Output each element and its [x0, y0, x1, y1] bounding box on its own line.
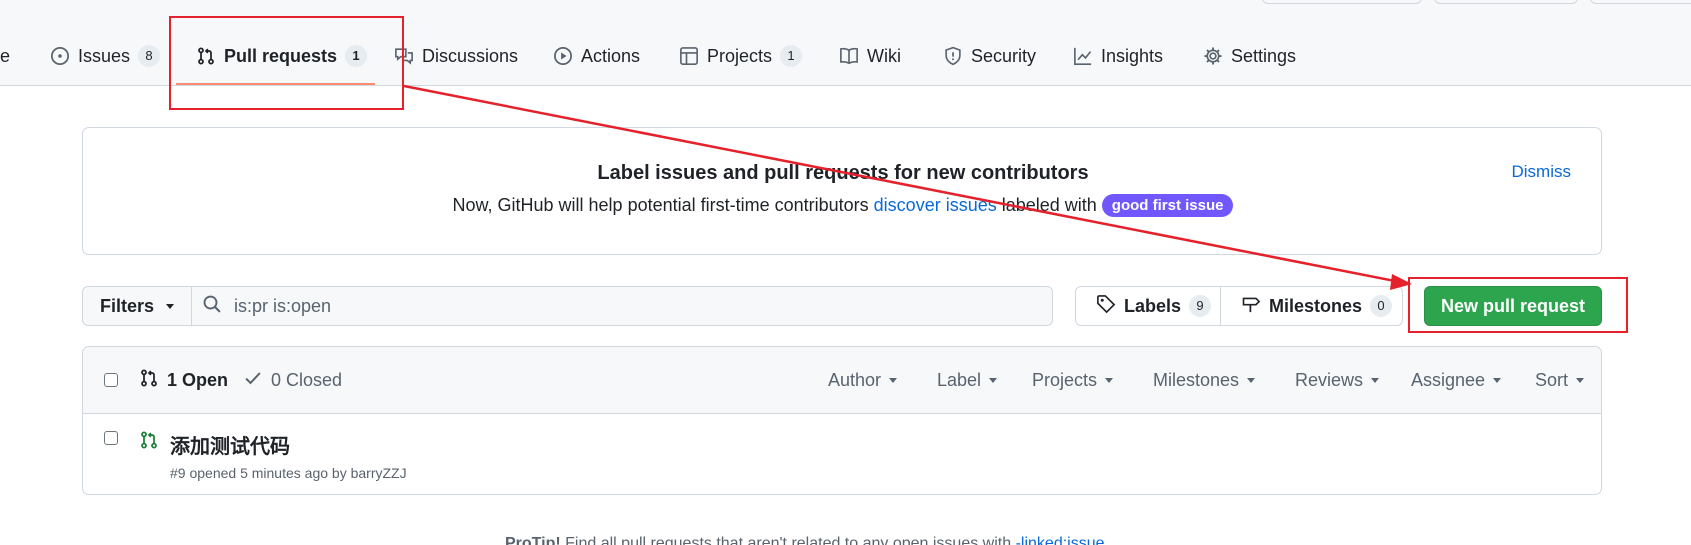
tab-security[interactable]: Security [943, 36, 1036, 76]
labels-button[interactable]: Labels 9 [1075, 286, 1221, 326]
filters-label: Filters [99, 295, 155, 316]
tab-label: Issues [78, 45, 131, 66]
git-pull-request-icon [139, 368, 159, 393]
chevron-down-icon [166, 303, 175, 309]
projects-filter[interactable]: Projects [1032, 347, 1114, 414]
filters-dropdown-button[interactable]: Filters [82, 286, 192, 326]
top-action-button[interactable] [1262, 0, 1422, 4]
shield-icon [943, 46, 963, 66]
assignee-filter-label: Assignee [1411, 370, 1486, 390]
tab-wiki[interactable]: Wiki [839, 36, 901, 76]
closed-filter[interactable]: 0 Closed [243, 347, 342, 414]
pull-request-list: 1 Open 0 Closed Author Label Projects Mi… [82, 346, 1602, 495]
tab-settings[interactable]: Settings [1203, 36, 1296, 76]
chevron-down-icon [1371, 378, 1380, 383]
tab-counter: 8 [138, 45, 161, 67]
closed-count-label: 0 Closed [271, 370, 343, 390]
protip: ProTip! Find all pull requests that aren… [505, 535, 1105, 545]
play-icon [553, 46, 573, 66]
open-count-label: 1 Open [167, 370, 229, 390]
reviews-filter-label: Reviews [1295, 370, 1364, 390]
chevron-down-icon [1493, 378, 1502, 383]
milestone-icon [1241, 294, 1261, 319]
new-contributors-banner: Label issues and pull requests for new c… [82, 127, 1602, 255]
label-filter[interactable]: Label [937, 347, 998, 414]
graph-icon [1073, 46, 1093, 66]
tab-label: Settings [1231, 45, 1297, 66]
banner-description: Now, GitHub will help potential first-ti… [83, 194, 1603, 217]
sort-filter-label: Sort [1535, 370, 1569, 390]
search-icon [202, 294, 222, 319]
top-action-button[interactable] [1434, 0, 1578, 4]
labels-label: Labels [1124, 295, 1182, 316]
list-item[interactable]: 添加测试代码 #9 opened 5 minutes ago by barryZ… [83, 415, 1601, 494]
banner-desc-text: Now, GitHub will help potential first-ti… [452, 195, 874, 215]
protip-prefix: ProTip! [505, 535, 561, 545]
tab-counter: 1 [780, 45, 803, 67]
annotation-box-pull-requests [169, 16, 404, 110]
tab-label: Security [971, 45, 1037, 66]
sort-filter[interactable]: Sort [1535, 347, 1585, 414]
tab-code[interactable]: e [0, 36, 10, 76]
annotation-box-new-pull-request [1408, 277, 1628, 333]
good-first-issue-label[interactable]: good first issue [1101, 194, 1234, 217]
tab-label: Actions [581, 45, 641, 66]
author-filter[interactable]: Author [828, 347, 898, 414]
dismiss-link[interactable]: Dismiss [1512, 162, 1572, 182]
milestones-label: Milestones [1269, 295, 1363, 316]
tab-label: e [0, 45, 11, 66]
git-pull-request-open-icon [139, 430, 159, 455]
label-filter-label: Label [937, 370, 982, 390]
chevron-down-icon [1247, 378, 1256, 383]
search-query: is:pr is:open [234, 295, 332, 316]
author-filter-label: Author [828, 370, 882, 390]
protip-text: Find all pull requests that aren't relat… [560, 535, 1016, 545]
select-item-checkbox[interactable] [104, 431, 118, 445]
issue-opened-icon [50, 46, 70, 66]
search-input[interactable]: is:pr is:open [191, 286, 1053, 326]
chevron-down-icon [1576, 378, 1585, 383]
milestones-counter: 0 [1370, 295, 1393, 317]
tab-label: Discussions [422, 45, 519, 66]
chevron-down-icon [1105, 378, 1114, 383]
projects-filter-label: Projects [1032, 370, 1098, 390]
tab-issues[interactable]: Issues 8 [50, 36, 161, 76]
select-all-checkbox[interactable] [104, 373, 118, 387]
table-icon [679, 46, 699, 66]
tab-label: Projects [707, 45, 773, 66]
milestones-filter-label: Milestones [1153, 370, 1240, 390]
chevron-down-icon [889, 378, 898, 383]
banner-desc-text: labeled with [996, 195, 1102, 215]
chevron-down-icon [989, 378, 998, 383]
tab-label: Insights [1101, 45, 1164, 66]
gear-icon [1203, 46, 1223, 66]
assignee-filter[interactable]: Assignee [1411, 347, 1502, 414]
tab-actions[interactable]: Actions [553, 36, 640, 76]
tab-label: Wiki [867, 45, 901, 66]
tab-discussions[interactable]: Discussions [394, 36, 518, 76]
tab-insights[interactable]: Insights [1073, 36, 1163, 76]
protip-link[interactable]: -linked:issue [1016, 535, 1105, 545]
check-icon [243, 368, 263, 393]
tag-icon [1096, 294, 1116, 319]
milestones-filter[interactable]: Milestones [1153, 347, 1256, 414]
list-header: 1 Open 0 Closed Author Label Projects Mi… [83, 347, 1601, 414]
discover-issues-link[interactable]: discover issues [874, 195, 997, 215]
open-filter[interactable]: 1 Open [139, 347, 228, 414]
milestones-button[interactable]: Milestones 0 [1220, 286, 1403, 326]
labels-counter: 9 [1189, 295, 1212, 317]
pull-request-meta: #9 opened 5 minutes ago by barryZZJ [170, 465, 407, 481]
top-action-button[interactable] [1590, 0, 1691, 4]
tab-projects[interactable]: Projects 1 [679, 36, 803, 76]
reviews-filter[interactable]: Reviews [1295, 347, 1380, 414]
banner-title: Label issues and pull requests for new c… [597, 162, 1089, 184]
pull-request-title-link[interactable]: 添加测试代码 [170, 430, 290, 459]
book-icon [839, 46, 859, 66]
